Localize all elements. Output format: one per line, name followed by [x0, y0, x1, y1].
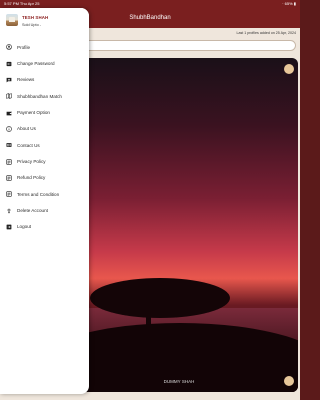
menu-item-delete-account[interactable]: Delete Account [0, 202, 89, 218]
menu-item-payment-option[interactable]: Payment Option [0, 104, 89, 120]
match-icon [5, 93, 12, 100]
menu-item-reviews[interactable]: Reviews [0, 72, 89, 88]
menu-item-logout[interactable]: Logout [0, 219, 89, 235]
navigation-drawer: TESH SHAH Sold Upto - Profile Change Pas… [0, 8, 89, 394]
menu-label: Delete Account [17, 208, 48, 214]
terms-icon [5, 191, 12, 198]
refund-icon [5, 174, 12, 181]
key-icon [5, 60, 12, 67]
menu-label: Refund Policy [17, 175, 46, 181]
menu-item-refund-policy[interactable]: Refund Policy [0, 170, 89, 186]
menu-item-shubhbandhan-match[interactable]: Shubhbandhan Match [0, 88, 89, 104]
avatar[interactable] [6, 14, 18, 26]
wallet-icon [5, 109, 12, 116]
user-status: Sold Upto - [22, 23, 41, 27]
menu-item-profile[interactable]: Profile [0, 39, 89, 55]
menu-label: Privacy Policy [17, 159, 46, 165]
logout-icon [5, 223, 12, 230]
info-icon [5, 125, 12, 132]
menu-label: Reviews [17, 77, 35, 83]
delete-account-icon [5, 207, 12, 214]
drawer-header: TESH SHAH Sold Upto - [0, 8, 89, 36]
review-icon [5, 76, 12, 83]
privacy-icon [5, 158, 12, 165]
menu-label: Profile [17, 44, 31, 50]
menu-label: Payment Option [17, 110, 50, 116]
menu-item-contact-us[interactable]: Contact Us [0, 137, 89, 153]
drawer-menu: Profile Change Password Reviews Shubhban… [0, 39, 89, 235]
menu-item-terms-and-condition[interactable]: Terms and Condition [0, 186, 89, 202]
menu-item-about-us[interactable]: About Us [0, 121, 89, 137]
person-icon [5, 44, 12, 51]
menu-label: Contact Us [17, 142, 40, 148]
menu-label: About Us [17, 126, 36, 132]
user-name: TESH SHAH [22, 15, 49, 20]
menu-item-change-password[interactable]: Change Password [0, 55, 89, 71]
menu-label: Change Password [17, 61, 55, 67]
menu-item-privacy-policy[interactable]: Privacy Policy [0, 153, 89, 169]
menu-label: Terms and Condition [17, 191, 60, 197]
menu-label: Logout [17, 224, 32, 230]
contact-card-icon [5, 142, 12, 149]
menu-label: Shubhbandhan Match [17, 93, 62, 99]
